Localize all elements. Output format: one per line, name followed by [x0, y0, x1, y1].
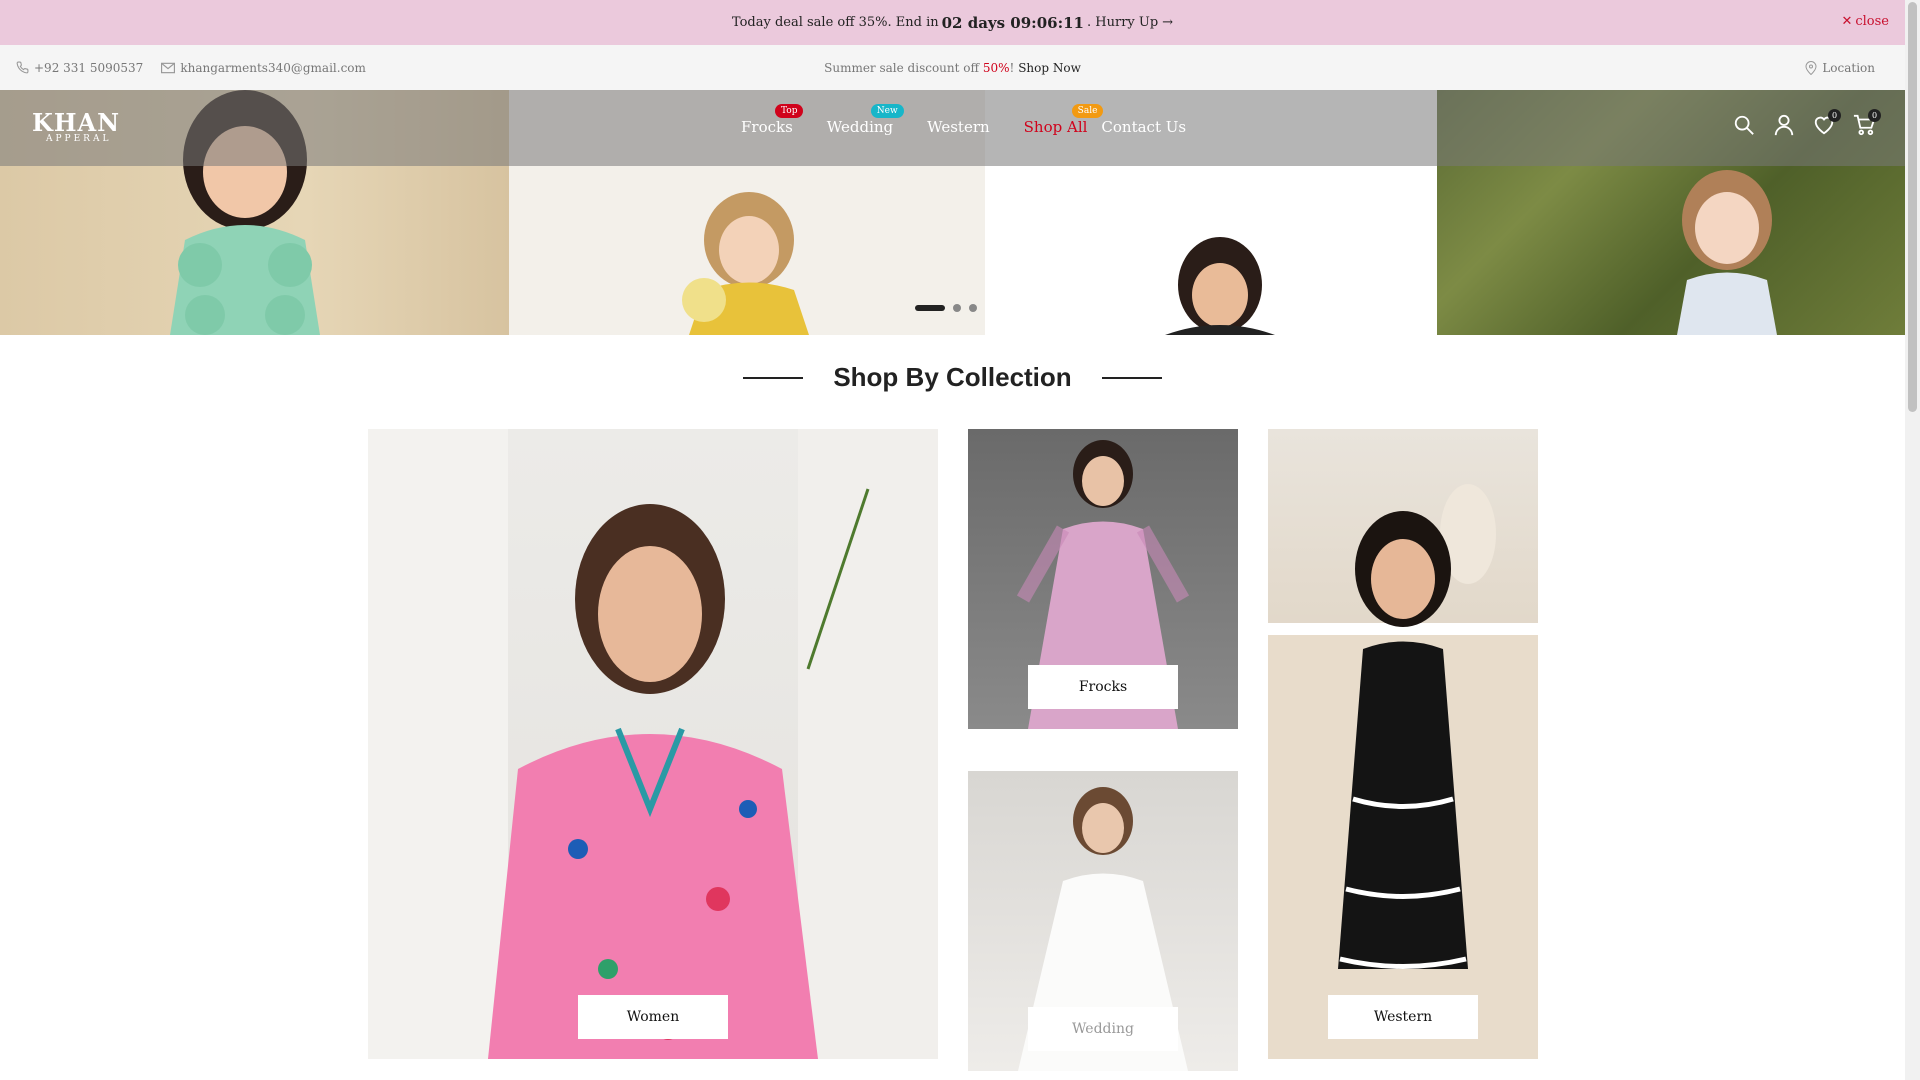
hero-slider: KHAN APPERAL Frocks Top Wedding New West… [0, 90, 1905, 335]
nav-item-frocks[interactable]: Frocks Top [741, 104, 804, 136]
collection-card-women[interactable]: Women [368, 429, 938, 1059]
collection-label-frocks: Frocks [1028, 665, 1178, 709]
top-info-bar: +92 331 5090537 khangarments340@gmail.co… [0, 45, 1905, 90]
cart-count: 0 [1868, 109, 1881, 122]
phone-number: +92 331 5090537 [34, 60, 144, 75]
nav-badge-new: New [870, 104, 904, 118]
scrollbar-thumb[interactable] [1908, 2, 1917, 412]
collection-card-wedding[interactable]: Wedding [968, 771, 1238, 1071]
slider-dot-3[interactable] [969, 304, 977, 312]
collection-card-frocks[interactable]: Frocks [968, 429, 1238, 729]
announcement-text: Today deal sale off 35%. End in [731, 15, 939, 30]
location-label: Location [1822, 60, 1875, 75]
hero-child-image-4 [1677, 170, 1777, 335]
site-logo[interactable]: KHAN APPERAL [32, 108, 120, 144]
search-button[interactable] [1733, 114, 1755, 136]
phone-icon [16, 61, 29, 74]
nav-label: Contact Us [1101, 118, 1187, 136]
nav-label: Wedding [826, 118, 894, 136]
promo-exclaim: ! [1009, 60, 1015, 75]
logo-brand: KHAN [32, 108, 121, 137]
nav-badge-top: Top [775, 104, 804, 118]
arrow-right-icon: → [1162, 15, 1174, 30]
email-address: khangarments340@gmail.com [180, 60, 366, 75]
slider-dots [915, 304, 977, 312]
logo-subtitle: APPERAL [46, 134, 112, 144]
wishlist-count: 0 [1828, 109, 1841, 122]
announcement-bar: Today deal sale off 35%. End in 02 days … [0, 0, 1905, 45]
promo-percent: 50% [982, 60, 1010, 75]
slider-dot-2[interactable] [953, 304, 961, 312]
mail-icon [161, 62, 176, 73]
announcement-hurry: . Hurry Up [1087, 15, 1159, 30]
nav-badge-sale: Sale [1071, 104, 1104, 118]
email-contact[interactable]: khangarments340@gmail.com [161, 61, 366, 75]
nav-item-shop-all[interactable]: Shop All Sale [1023, 104, 1104, 136]
slider-dot-1[interactable] [915, 305, 945, 311]
wishlist-button[interactable]: 0 [1813, 109, 1841, 136]
nav-item-contact-us[interactable]: Contact Us [1101, 118, 1186, 136]
countdown-timer: 02 days 09:06:11 [941, 13, 1084, 32]
nav-item-western[interactable]: Western [927, 118, 990, 136]
user-icon [1774, 114, 1794, 136]
main-nav: Frocks Top Wedding New Western Shop All … [741, 104, 1186, 136]
hero-child-image-3 [1165, 237, 1275, 335]
heading-divider-left [743, 376, 804, 379]
search-icon [1734, 115, 1754, 135]
nav-label: Western [927, 118, 990, 136]
cart-button[interactable]: 0 [1853, 109, 1881, 136]
collection-heading: Shop By Collection [0, 362, 1905, 393]
women-collection-image [368, 429, 938, 1059]
collection-card-western[interactable]: Western [1268, 429, 1538, 1059]
close-announcement-button[interactable]: ✕ close [1841, 14, 1889, 29]
collection-label-wedding: Wedding [1028, 1007, 1178, 1051]
nav-label: Frocks [741, 118, 793, 136]
close-icon: ✕ [1841, 14, 1853, 29]
site-header: KHAN APPERAL Frocks Top Wedding New West… [0, 90, 1905, 166]
nav-item-wedding[interactable]: Wedding New [826, 104, 904, 136]
close-label: close [1855, 14, 1889, 29]
heading-divider-right [1101, 376, 1162, 379]
section-title: Shop By Collection [833, 362, 1072, 392]
account-button[interactable] [1773, 114, 1795, 136]
location-pin-icon [1805, 60, 1817, 75]
location-link[interactable]: Location [1805, 61, 1875, 75]
collection-label-women: Women [578, 995, 728, 1039]
page-scrollbar[interactable] [1905, 0, 1920, 1080]
nav-label: Shop All [1023, 118, 1088, 136]
promo-text: Summer sale discount off [824, 60, 980, 75]
phone-contact[interactable]: +92 331 5090537 [16, 61, 143, 75]
shop-now-link[interactable]: Shop Now [1018, 61, 1081, 75]
header-icons: 0 0 [1733, 109, 1881, 136]
collection-label-western: Western [1328, 995, 1478, 1039]
hero-child-image-2 [682, 192, 809, 335]
western-collection-image [1268, 484, 1538, 1059]
